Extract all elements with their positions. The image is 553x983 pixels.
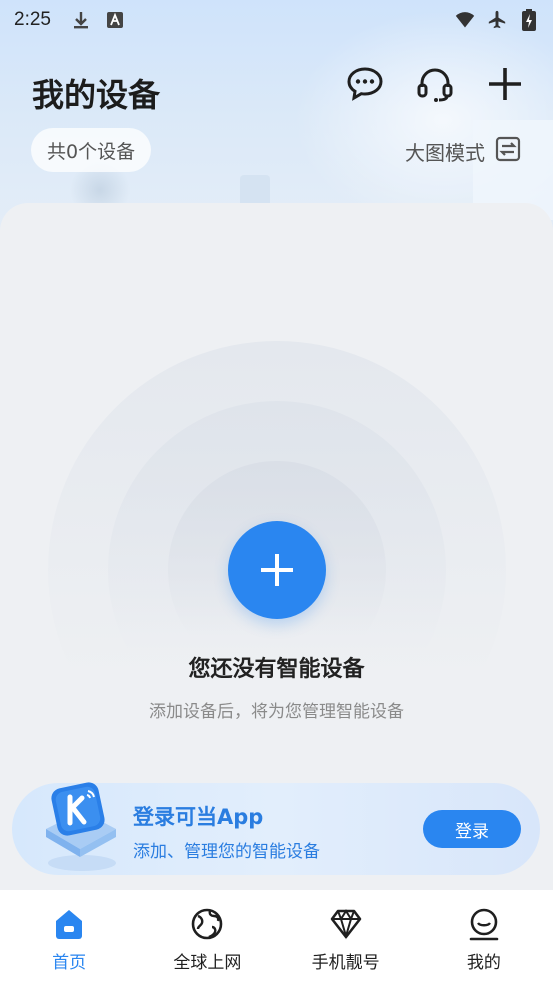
view-mode-toggle[interactable]: 大图模式	[405, 136, 521, 167]
headset-icon[interactable]	[415, 64, 455, 104]
chat-icon[interactable]	[345, 64, 385, 104]
empty-state-subtitle: 添加设备后，将为您管理智能设备	[149, 702, 404, 722]
globe-icon	[189, 906, 225, 942]
plus-icon	[261, 554, 293, 586]
login-button[interactable]: 登录	[423, 810, 521, 848]
empty-state-title: 您还没有智能设备	[188, 657, 365, 682]
banner-title: 登录可当App	[133, 805, 264, 829]
add-device-button[interactable]	[228, 521, 326, 619]
header-actions	[345, 64, 525, 104]
airplane-icon	[487, 10, 507, 30]
status-bar: 2:25	[0, 0, 553, 40]
switch-view-icon	[495, 136, 521, 167]
a-badge-icon	[105, 10, 125, 30]
nav-label-profile: 我的	[466, 953, 501, 973]
login-banner[interactable]: 登录可当App 添加、管理您的智能设备 登录	[12, 782, 540, 875]
nav-label-global-internet: 全球上网	[173, 953, 242, 973]
add-icon[interactable]	[485, 64, 525, 104]
status-time: 2:25	[14, 9, 51, 30]
nav-item-home[interactable]: 首页	[0, 890, 138, 983]
nav-label-phone-numbers: 手机靓号	[311, 953, 380, 973]
nav-item-profile[interactable]: 我的	[415, 890, 553, 983]
app-logo	[40, 779, 120, 875]
banner-subtitle: 添加、管理您的智能设备	[133, 842, 320, 862]
device-count-badge: 共0个设备	[31, 128, 152, 172]
profile-icon	[466, 906, 502, 942]
nav-item-global-internet[interactable]: 全球上网	[138, 890, 276, 983]
page-title: 我的设备	[32, 76, 161, 114]
home-icon	[51, 906, 87, 942]
view-mode-label: 大图模式	[405, 141, 485, 165]
diamond-icon	[328, 906, 364, 942]
battery-charging-icon	[519, 9, 539, 31]
nav-item-phone-numbers[interactable]: 手机靓号	[277, 890, 415, 983]
bottom-nav: 首页 全球上网 手机靓号 我的	[0, 890, 553, 983]
nav-label-home: 首页	[52, 953, 87, 973]
wifi-icon	[455, 10, 475, 30]
download-icon	[71, 10, 91, 30]
